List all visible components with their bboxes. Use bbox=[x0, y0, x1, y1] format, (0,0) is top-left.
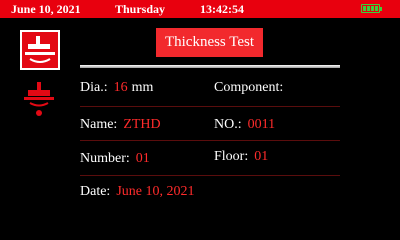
row-divider bbox=[80, 106, 340, 107]
name-field[interactable]: Name: ZTHD bbox=[80, 117, 161, 133]
dia-field[interactable]: Dia.: 16 mm bbox=[80, 80, 153, 96]
title-divider bbox=[80, 65, 340, 68]
no-field[interactable]: NO.: 0011 bbox=[214, 117, 275, 133]
status-bar: June 10, 2021 Thursday 13:42:54 bbox=[0, 0, 400, 18]
floor-value: 01 bbox=[254, 149, 269, 164]
battery-icon bbox=[361, 4, 382, 13]
status-date: June 10, 2021 bbox=[11, 2, 81, 16]
dia-unit: mm bbox=[131, 80, 154, 95]
number-field[interactable]: Number: 01 bbox=[80, 151, 150, 167]
dia-value: 16 bbox=[113, 80, 128, 95]
page-title: Thickness Test bbox=[156, 28, 263, 57]
name-label: Name: bbox=[80, 117, 118, 132]
floor-label: Floor: bbox=[214, 149, 249, 164]
probe-signal-icon[interactable] bbox=[20, 80, 60, 120]
row-divider bbox=[80, 140, 340, 141]
name-value: ZTHD bbox=[123, 117, 161, 132]
dia-label: Dia.: bbox=[80, 80, 108, 95]
no-label: NO.: bbox=[214, 117, 242, 132]
status-day: Thursday bbox=[115, 2, 166, 16]
component-label: Component: bbox=[214, 80, 284, 95]
number-label: Number: bbox=[80, 151, 130, 166]
date-label: Date: bbox=[80, 184, 111, 199]
row-divider bbox=[80, 175, 340, 176]
component-field[interactable]: Component: bbox=[214, 80, 289, 96]
number-value: 01 bbox=[135, 151, 150, 166]
no-value: 0011 bbox=[247, 117, 276, 132]
floor-field[interactable]: Floor: 01 bbox=[214, 149, 268, 165]
date-value: June 10, 2021 bbox=[116, 184, 195, 199]
status-time: 13:42:54 bbox=[200, 2, 244, 16]
date-field[interactable]: Date: June 10, 2021 bbox=[80, 184, 195, 200]
thickness-probe-icon[interactable] bbox=[20, 30, 60, 70]
